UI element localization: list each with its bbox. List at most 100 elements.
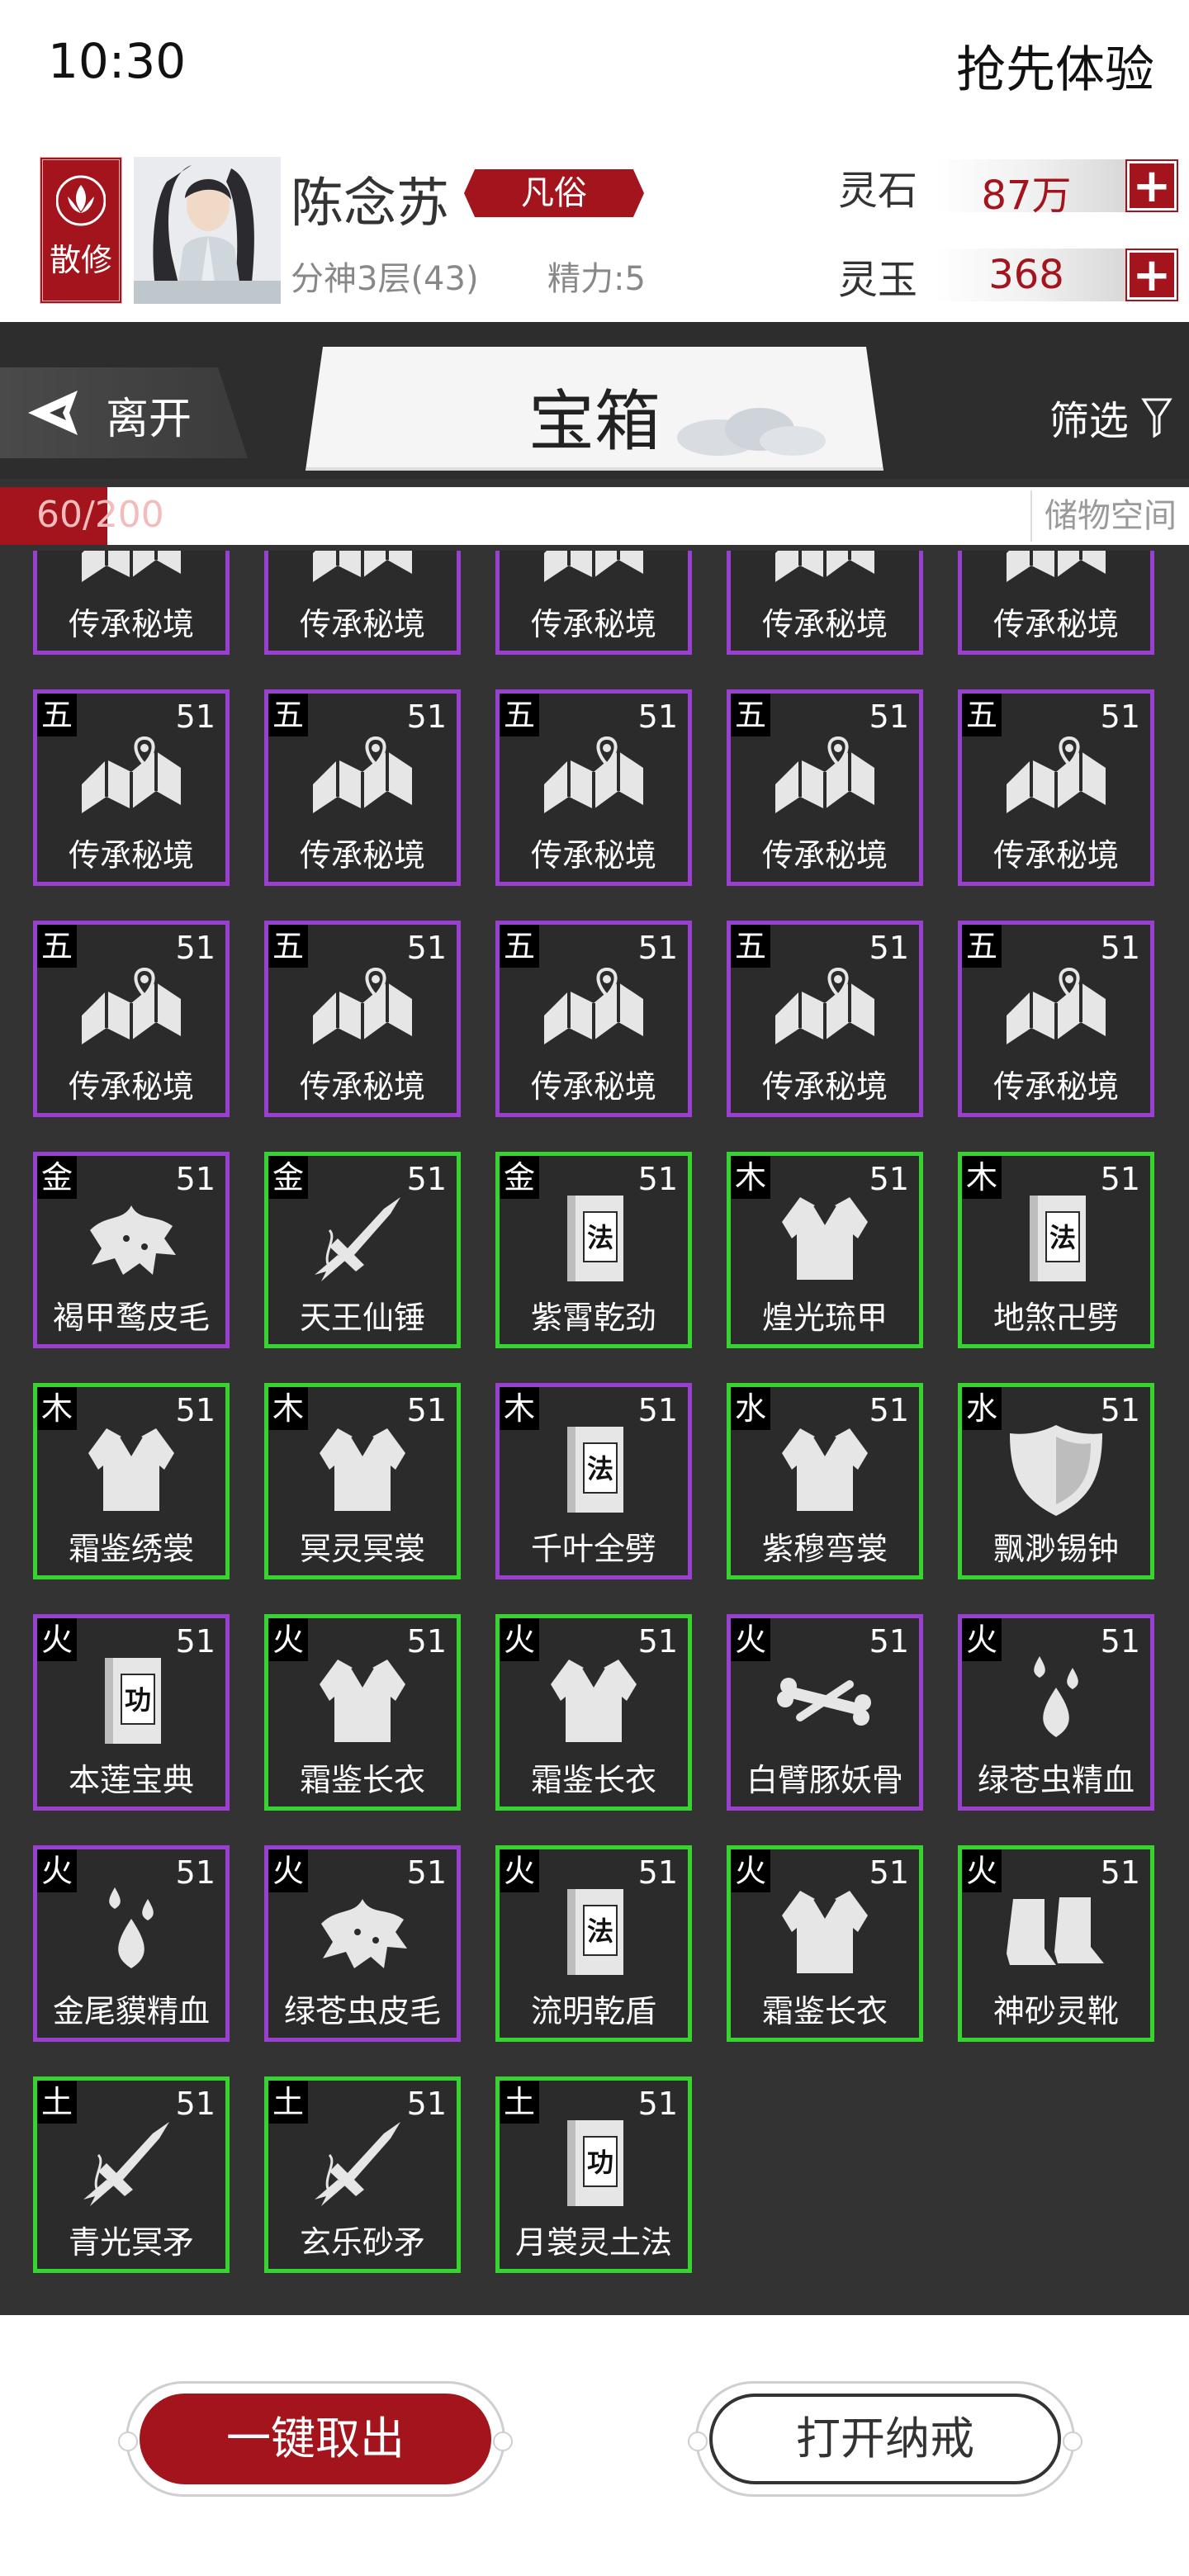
item-name: 紫穆弯裳 (761, 1531, 888, 1567)
item-cell[interactable]: 土 51 功月裳灵土法 (495, 2076, 692, 2273)
item-name: 传承秘境 (299, 606, 425, 642)
bone-icon (767, 1651, 883, 1750)
item-cell[interactable]: 传承秘境 (727, 551, 923, 655)
scroll-map-icon (73, 551, 189, 594)
cloud-ornament-icon (677, 408, 826, 456)
element-tag: 木 (37, 1387, 77, 1430)
title-plaque: 宝箱 (306, 347, 883, 471)
item-cell[interactable]: 火 51 霜鉴长衣 (495, 1614, 692, 1811)
item-name: 传承秘境 (530, 606, 656, 642)
item-name: 白臂豚妖骨 (746, 1762, 903, 1798)
early-access-link[interactable]: 抢先体验 (956, 30, 1154, 102)
scroll-map-icon (767, 727, 883, 826)
item-cell[interactable]: 土 51 玄乐砂矛 (264, 2076, 461, 2273)
scroll-map-icon (536, 958, 651, 1057)
item-cell[interactable]: 木 51 法地煞卍劈 (958, 1152, 1154, 1348)
item-cell[interactable]: 木 51 法千叶全劈 (495, 1383, 692, 1579)
scroll-map-icon (536, 551, 651, 594)
item-cell[interactable]: 水 51 紫穆弯裳 (727, 1383, 923, 1579)
item-cell[interactable]: 五 51 传承秘境 (727, 921, 923, 1117)
item-name: 玄乐砂矛 (299, 2224, 425, 2261)
item-cell[interactable]: 五 51 传承秘境 (495, 689, 692, 886)
item-cell[interactable]: 火 51 法流明乾盾 (495, 1845, 692, 2042)
item-cell[interactable]: 火 51 霜鉴长衣 (727, 1845, 923, 2042)
item-cell[interactable]: 火 51 白臂豚妖骨 (727, 1614, 923, 1811)
item-cell[interactable]: 水 51 飘渺锡钟 (958, 1383, 1154, 1579)
status-bar: 10:30 抢先体验 (0, 0, 1189, 136)
avatar-portrait (134, 157, 281, 304)
profile-header: 散修 陈念苏 凡俗 分神3层(43) 精力:5 灵石 87万 + 灵玉 368 … (0, 136, 1189, 322)
item-cell[interactable]: 金 51 天王仙锤 (264, 1152, 461, 1348)
avatar[interactable] (134, 157, 281, 304)
shield-icon (998, 1420, 1114, 1519)
weapon-icon (73, 2114, 189, 2213)
item-cell[interactable]: 传承秘境 (264, 551, 461, 655)
item-cell[interactable]: 五 51 传承秘境 (958, 921, 1154, 1117)
svg-text:功: 功 (587, 2147, 613, 2178)
item-cell[interactable]: 传承秘境 (958, 551, 1154, 655)
scroll-map-icon (73, 958, 189, 1057)
item-cell[interactable]: 五 51 传承秘境 (727, 689, 923, 886)
pelt-icon (73, 1189, 189, 1288)
element-tag: 火 (962, 1849, 1002, 1892)
open-storage-ring-button[interactable]: 打开纳戒 (688, 2381, 1082, 2497)
take-all-button[interactable]: 一键取出 (118, 2381, 513, 2497)
scroll-map-icon (73, 727, 189, 826)
item-name: 冥灵冥裳 (299, 1531, 425, 1567)
item-cell[interactable]: 五 51 传承秘境 (264, 921, 461, 1117)
item-cell[interactable]: 火 51 霜鉴长衣 (264, 1614, 461, 1811)
item-cell[interactable]: 传承秘境 (495, 551, 692, 655)
item-cell[interactable]: 五 51 传承秘境 (33, 921, 230, 1117)
element-tag: 火 (500, 1849, 539, 1892)
filter-button[interactable]: 筛选 (1049, 388, 1172, 446)
element-tag: 火 (731, 1618, 770, 1661)
item-cell[interactable]: 火 51 神砂灵靴 (958, 1845, 1154, 2042)
element-tag: 五 (268, 925, 308, 968)
item-cell[interactable]: 火 51 金尾貘精血 (33, 1845, 230, 2042)
element-tag: 水 (731, 1387, 770, 1430)
item-name: 传承秘境 (299, 1068, 425, 1105)
item-cell[interactable]: 五 51 传承秘境 (264, 689, 461, 886)
add-spirit-stone-button[interactable]: + (1125, 159, 1178, 212)
item-cell[interactable]: 五 51 传承秘境 (958, 689, 1154, 886)
storage-space-tab[interactable]: 储物空间 (1030, 490, 1189, 542)
filter-label: 筛选 (1049, 398, 1129, 444)
item-name: 传承秘境 (68, 837, 194, 874)
element-tag: 水 (962, 1387, 1002, 1430)
item-cell[interactable]: 金 51 褐甲鹜皮毛 (33, 1152, 230, 1348)
item-cell[interactable]: 木 51 霜鉴绣裳 (33, 1383, 230, 1579)
scroll-map-icon (998, 958, 1114, 1057)
leave-button[interactable]: 离开 (0, 367, 248, 458)
item-cell[interactable]: 金 51 法紫霄乾劲 (495, 1152, 692, 1348)
item-name: 霜鉴绣裳 (68, 1531, 194, 1567)
manual-fa-icon: 法 (536, 1882, 651, 1982)
add-spirit-jade-button[interactable]: + (1125, 249, 1178, 301)
item-cell[interactable]: 火 51 绿苍虫皮毛 (264, 1845, 461, 2042)
lotus-emblem-icon (56, 175, 106, 226)
item-name: 绿苍虫皮毛 (283, 1993, 441, 2029)
item-cell[interactable]: 木 51 冥灵冥裳 (264, 1383, 461, 1579)
item-cell[interactable]: 传承秘境 (33, 551, 230, 655)
scroll-map-icon (305, 958, 420, 1057)
item-name: 绿苍虫精血 (977, 1762, 1135, 1798)
sect-badge[interactable]: 散修 (40, 157, 122, 304)
currency-spirit-jade: 灵玉 368 + (838, 242, 1178, 308)
robe-icon (767, 1420, 883, 1519)
item-name: 月裳灵土法 (514, 2224, 672, 2261)
item-cell[interactable]: 木 51 煌光琉甲 (727, 1152, 923, 1348)
item-cell[interactable]: 火 51 绿苍虫精血 (958, 1614, 1154, 1811)
item-name: 传承秘境 (992, 1068, 1119, 1105)
element-tag: 火 (268, 1849, 308, 1892)
manual-gong-icon: 功 (73, 1651, 189, 1750)
robe-icon (305, 1651, 420, 1750)
rank-badge: 凡俗 (464, 169, 644, 217)
blood-drops-icon (998, 1651, 1114, 1750)
item-cell[interactable]: 土 51 青光冥矛 (33, 2076, 230, 2273)
item-cell[interactable]: 五 51 传承秘境 (495, 921, 692, 1117)
item-name: 霜鉴长衣 (761, 1993, 888, 2029)
item-cell[interactable]: 火 51 功本莲宝典 (33, 1614, 230, 1811)
item-grid-viewport[interactable]: 传承秘境 传承秘境 传承秘境 传承秘境 传承秘境五 51 传承秘境五 51 传承秘境五 51 传承秘… (0, 551, 1189, 2315)
item-name: 神砂灵靴 (992, 1993, 1119, 2029)
item-cell[interactable]: 五 51 传承秘境 (33, 689, 230, 886)
svg-text:法: 法 (587, 1222, 613, 1253)
